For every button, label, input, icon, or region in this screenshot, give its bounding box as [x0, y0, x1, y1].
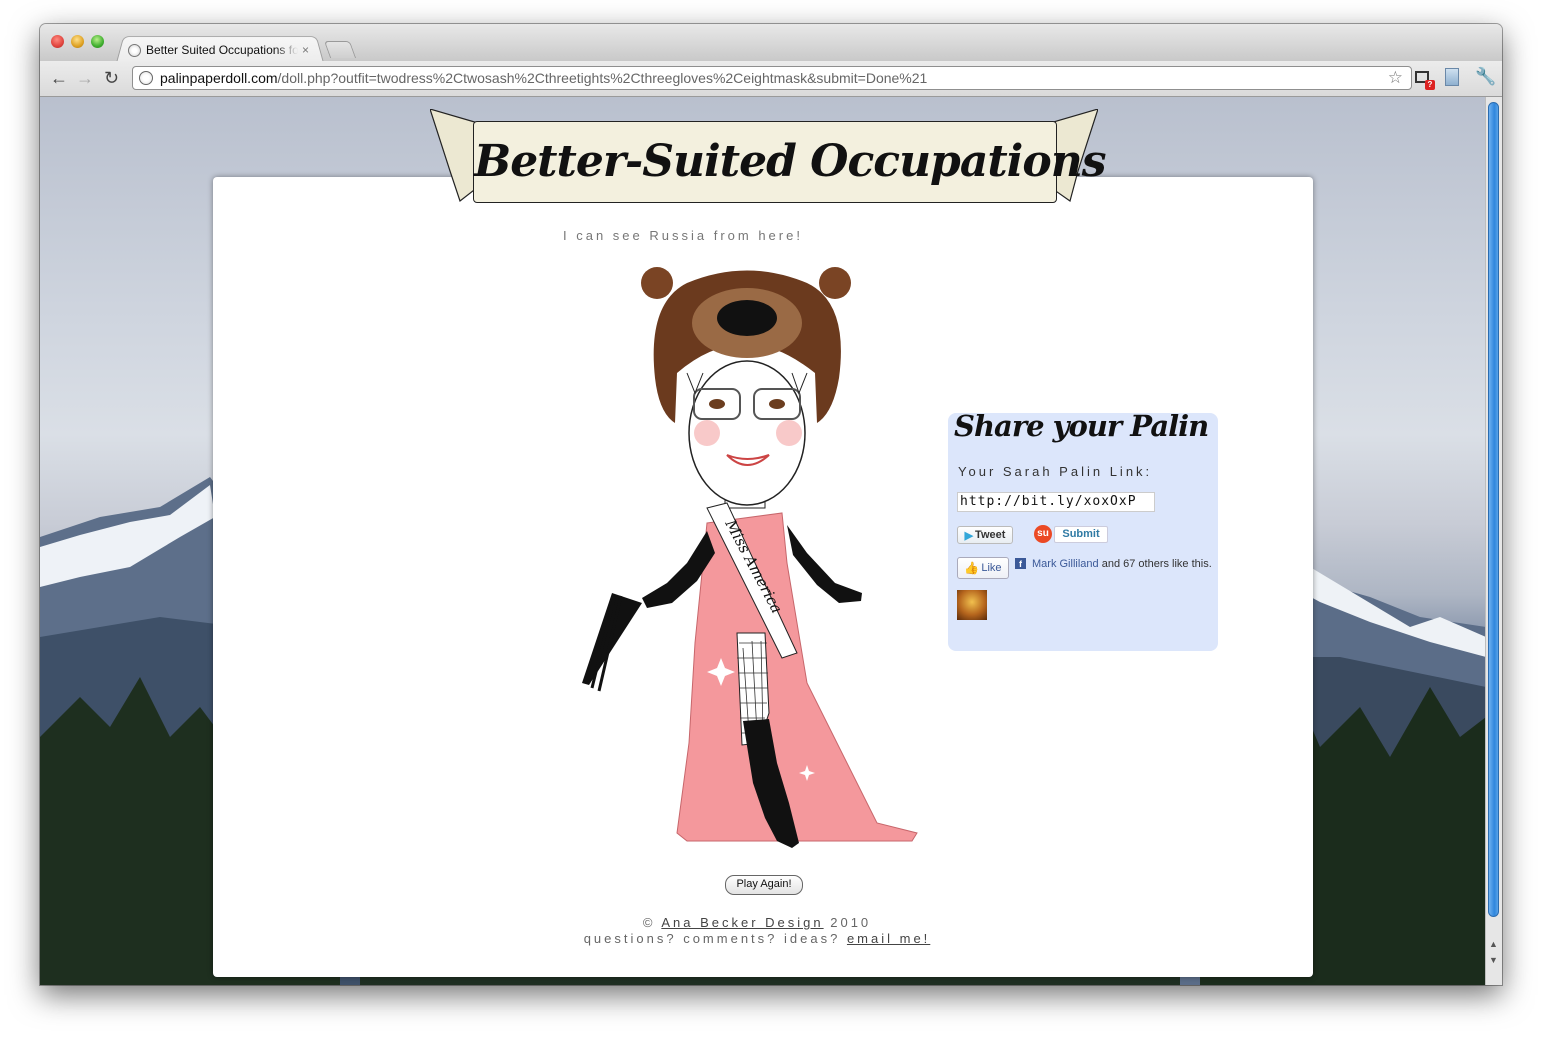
globe-icon [128, 43, 141, 57]
close-window-button[interactable] [51, 35, 64, 48]
zoom-window-button[interactable] [91, 35, 104, 48]
tagline: I can see Russia from here! [563, 228, 803, 243]
paper-doll-illustration: Miss America [582, 267, 918, 848]
friend-avatar[interactable] [957, 590, 987, 620]
forward-icon[interactable]: → [76, 69, 94, 87]
content-card: Better-Suited Occupations I can see Russ… [213, 109, 1313, 977]
stumbleupon-submit-button[interactable]: Submit [1054, 526, 1108, 543]
share-link-field[interactable]: http://bit.ly/xoxOxP [957, 492, 1155, 512]
browser-toolbar: ← → ↻ palinpaperdoll.com/doll.php?outfit… [40, 61, 1502, 97]
share-panel: Share your Palin Your Sarah Palin Link: … [948, 409, 1218, 651]
close-tab-icon[interactable]: × [302, 43, 309, 57]
footer-contact-line: questions? comments? ideas? email me! [583, 931, 931, 946]
facebook-like-button[interactable]: 👍 Like [957, 557, 1009, 579]
play-again-button[interactable]: Play Again! [725, 875, 803, 895]
page-viewport: Better-Suited Occupations I can see Russ… [40, 97, 1486, 985]
globe-icon [139, 71, 153, 85]
back-icon[interactable]: ← [50, 69, 68, 87]
tab-title: Better Suited Occupations for [146, 43, 298, 57]
url-text[interactable]: palinpaperdoll.com/doll.php?outfit=twodr… [160, 70, 927, 86]
wrench-icon[interactable]: 🔧 [1475, 67, 1496, 86]
share-link-label: Your Sarah Palin Link: [958, 464, 1153, 479]
extension-badge: ? [1425, 80, 1435, 90]
thumbs-up-icon: 👍 [964, 561, 980, 575]
browser-tab-content[interactable]: Better Suited Occupations for × [128, 39, 318, 61]
designer-link[interactable]: Ana Becker Design [661, 915, 823, 930]
email-link[interactable]: email me! [847, 931, 930, 946]
facebook-icon: f [1015, 558, 1026, 569]
new-tab-button[interactable] [323, 41, 357, 58]
scroll-down-arrow-icon[interactable]: ▼ [1489, 955, 1498, 965]
tweet-button[interactable]: ▶ Tweet [957, 526, 1013, 544]
title-bar: Better Suited Occupations for × [40, 24, 1502, 63]
page-menu-icon[interactable] [1445, 68, 1459, 86]
like-summary: Mark Gilliland and 67 others like this. [1032, 558, 1212, 570]
browser-window: Better Suited Occupations for × ← → ↻ pa… [40, 24, 1502, 985]
bookmark-star-icon[interactable]: ☆ [1388, 68, 1403, 88]
share-title: Share your Palin [954, 409, 1209, 443]
stumbleupon-icon[interactable]: su [1034, 525, 1052, 543]
twitter-bird-icon: ▶ [964, 529, 974, 542]
page-footer: © Ana Becker Design 2010 questions? comm… [473, 915, 1041, 947]
minimize-window-button[interactable] [71, 35, 84, 48]
scroll-up-arrow-icon[interactable]: ▲ [1489, 939, 1498, 949]
footer-copyright-line: © Ana Becker Design 2010 [642, 915, 872, 930]
banner-title: Better-Suited Occupations [473, 121, 1106, 203]
scrollbar-thumb[interactable] [1488, 102, 1499, 917]
reload-icon[interactable]: ↻ [104, 69, 119, 87]
vertical-scrollbar[interactable]: ▲ ▼ [1485, 97, 1502, 985]
address-bar[interactable]: palinpaperdoll.com/doll.php?outfit=twodr… [132, 66, 1412, 90]
friend-name-link[interactable]: Mark Gilliland [1032, 558, 1099, 570]
